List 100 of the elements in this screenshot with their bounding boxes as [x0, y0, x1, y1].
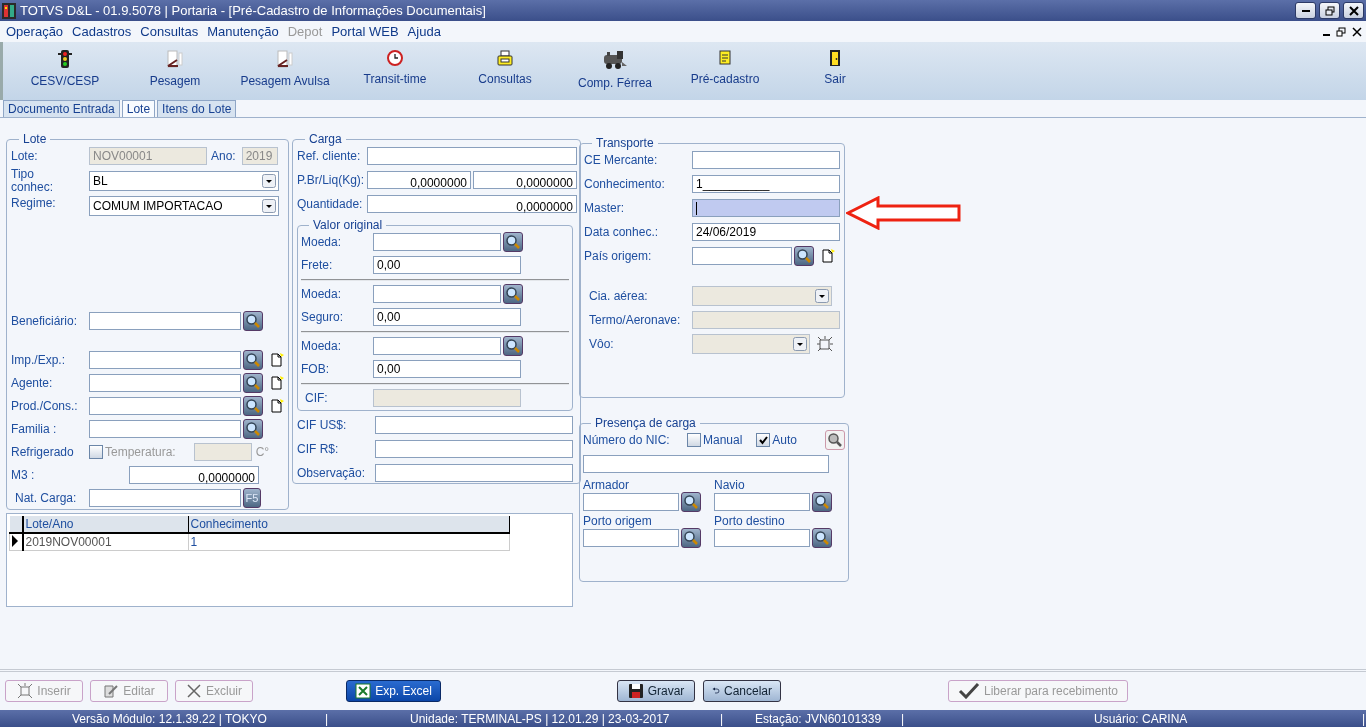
scale-icon [277, 50, 293, 68]
input-field[interactable]: 0,0000000 [129, 466, 259, 484]
menu-item[interactable]: Operação [6, 24, 64, 39]
toolbar-button[interactable]: Transit-time [340, 42, 450, 100]
toolbar-button[interactable]: Pré-cadastro [670, 42, 780, 100]
toolbar-button[interactable]: Sair [780, 42, 890, 100]
input-field[interactable] [373, 285, 501, 303]
field-label: Beneficiário: [11, 314, 79, 328]
input-field[interactable] [367, 147, 577, 165]
tab[interactable]: Itens do Lote [157, 100, 237, 117]
input-field[interactable] [89, 420, 241, 438]
search-button[interactable] [794, 246, 814, 266]
column-header[interactable]: Conhecimento [188, 516, 509, 533]
window-title: TOTVS D&L - 01.9.5078 | Portaria - [Pré-Cadastro de Informações Documentais] [20, 3, 487, 18]
search-button[interactable] [503, 336, 523, 356]
restore-button[interactable] [1319, 2, 1340, 19]
sparkle-icon[interactable] [816, 335, 834, 353]
app-icon [2, 2, 16, 19]
field-label: M3 : [11, 468, 36, 482]
minimize-button[interactable] [1295, 2, 1316, 19]
action-button[interactable]: Gravar [617, 680, 695, 702]
search-button[interactable] [812, 528, 832, 548]
search-button[interactable] [243, 396, 263, 416]
field-label: Ref. cliente: [297, 149, 362, 163]
search-button[interactable] [243, 373, 263, 393]
tab[interactable]: Lote [121, 100, 156, 117]
search-button[interactable] [812, 492, 832, 512]
field-label: Refrigerado [11, 445, 75, 459]
search-button[interactable] [503, 232, 523, 252]
search-button[interactable] [503, 284, 523, 304]
search-button[interactable] [825, 430, 846, 450]
dropdown[interactable]: COMUM IMPORTACAO [89, 196, 279, 216]
input-field[interactable]: 0,0000000 [367, 195, 577, 213]
input-field[interactable] [89, 374, 241, 392]
checkbox[interactable]: Auto [756, 433, 798, 447]
restore-icon[interactable] [1336, 26, 1346, 37]
search-button[interactable] [243, 419, 263, 439]
search-button[interactable] [681, 492, 701, 512]
new-document-icon[interactable] [269, 375, 285, 391]
field-label: Frete: [301, 258, 334, 272]
input-field[interactable] [692, 247, 792, 265]
input-field[interactable]: 1__________ [692, 175, 840, 193]
menu-item[interactable]: Manutenção [207, 24, 279, 39]
toolbar-button[interactable]: Consultas [450, 42, 560, 100]
dropdown[interactable]: BL [89, 171, 279, 191]
input-field[interactable] [89, 351, 241, 369]
field-label: Conhecimento: [584, 177, 666, 191]
close-button[interactable] [1343, 2, 1364, 19]
new-document-icon[interactable] [820, 248, 836, 264]
sparkle-icon [17, 683, 34, 699]
input-field[interactable] [583, 455, 829, 473]
input-field[interactable]: 0,0000000 [367, 171, 471, 189]
menu-item[interactable]: Consultas [140, 24, 199, 39]
column-header[interactable]: Lote/Ano [22, 516, 188, 533]
input-field[interactable]: 0,00 [373, 308, 521, 326]
input-field[interactable] [375, 440, 573, 458]
field-label: Moeda: [301, 287, 343, 301]
field-label: Moeda: [301, 339, 343, 353]
status-text: Versão Módulo: 12.1.39.22 | TOKYO [72, 711, 268, 726]
input-field[interactable] [375, 464, 573, 482]
field-label: Lote: [11, 149, 39, 163]
menu-item[interactable]: Portal WEB [331, 24, 399, 39]
input-field[interactable] [373, 337, 501, 355]
close-icon[interactable] [1352, 26, 1362, 37]
input-field[interactable] [583, 493, 679, 511]
search-button[interactable] [243, 311, 263, 331]
input-field[interactable] [714, 493, 810, 511]
tab[interactable]: Documento Entrada [3, 100, 120, 117]
group-title: Carga [308, 132, 343, 146]
new-document-icon[interactable] [269, 352, 285, 368]
input-field[interactable] [375, 416, 573, 434]
input-field[interactable] [692, 151, 840, 169]
checkbox[interactable]: Manual [687, 433, 743, 447]
field-label: Imp./Exp.: [11, 353, 67, 367]
toolbar-button[interactable]: CESV/CESP [10, 42, 120, 100]
menu-item[interactable]: Ajuda [407, 24, 441, 39]
toolbar-button[interactable]: Comp. Férrea [560, 42, 670, 100]
input-field[interactable] [583, 529, 679, 547]
input-field[interactable]: 24/06/2019 [692, 223, 840, 241]
menu-item[interactable]: Cadastros [72, 24, 132, 39]
input-field[interactable]: 0,00 [373, 360, 521, 378]
field-label: Agente: [11, 376, 54, 390]
field-label: Porto destino [714, 514, 786, 528]
input-field[interactable] [89, 397, 241, 415]
search-button[interactable] [243, 350, 263, 370]
toolbar-button[interactable]: Pesagem [120, 42, 230, 100]
new-document-icon[interactable] [269, 398, 285, 414]
input-field[interactable] [714, 529, 810, 547]
input-field[interactable] [89, 489, 241, 507]
input-field[interactable] [373, 233, 501, 251]
status-text: | [720, 711, 725, 726]
search-button[interactable] [681, 528, 701, 548]
input-field[interactable]: 0,00 [373, 256, 521, 274]
input-field[interactable]: 0,0000000 [473, 171, 577, 189]
input-field[interactable] [692, 199, 840, 217]
checkbox[interactable] [89, 445, 103, 459]
toolbar-button[interactable]: Pesagem Avulsa [230, 42, 340, 100]
action-button[interactable]: Cancelar [703, 680, 781, 702]
input-field[interactable] [89, 312, 241, 330]
action-button[interactable]: Exp. Excel [346, 680, 441, 702]
